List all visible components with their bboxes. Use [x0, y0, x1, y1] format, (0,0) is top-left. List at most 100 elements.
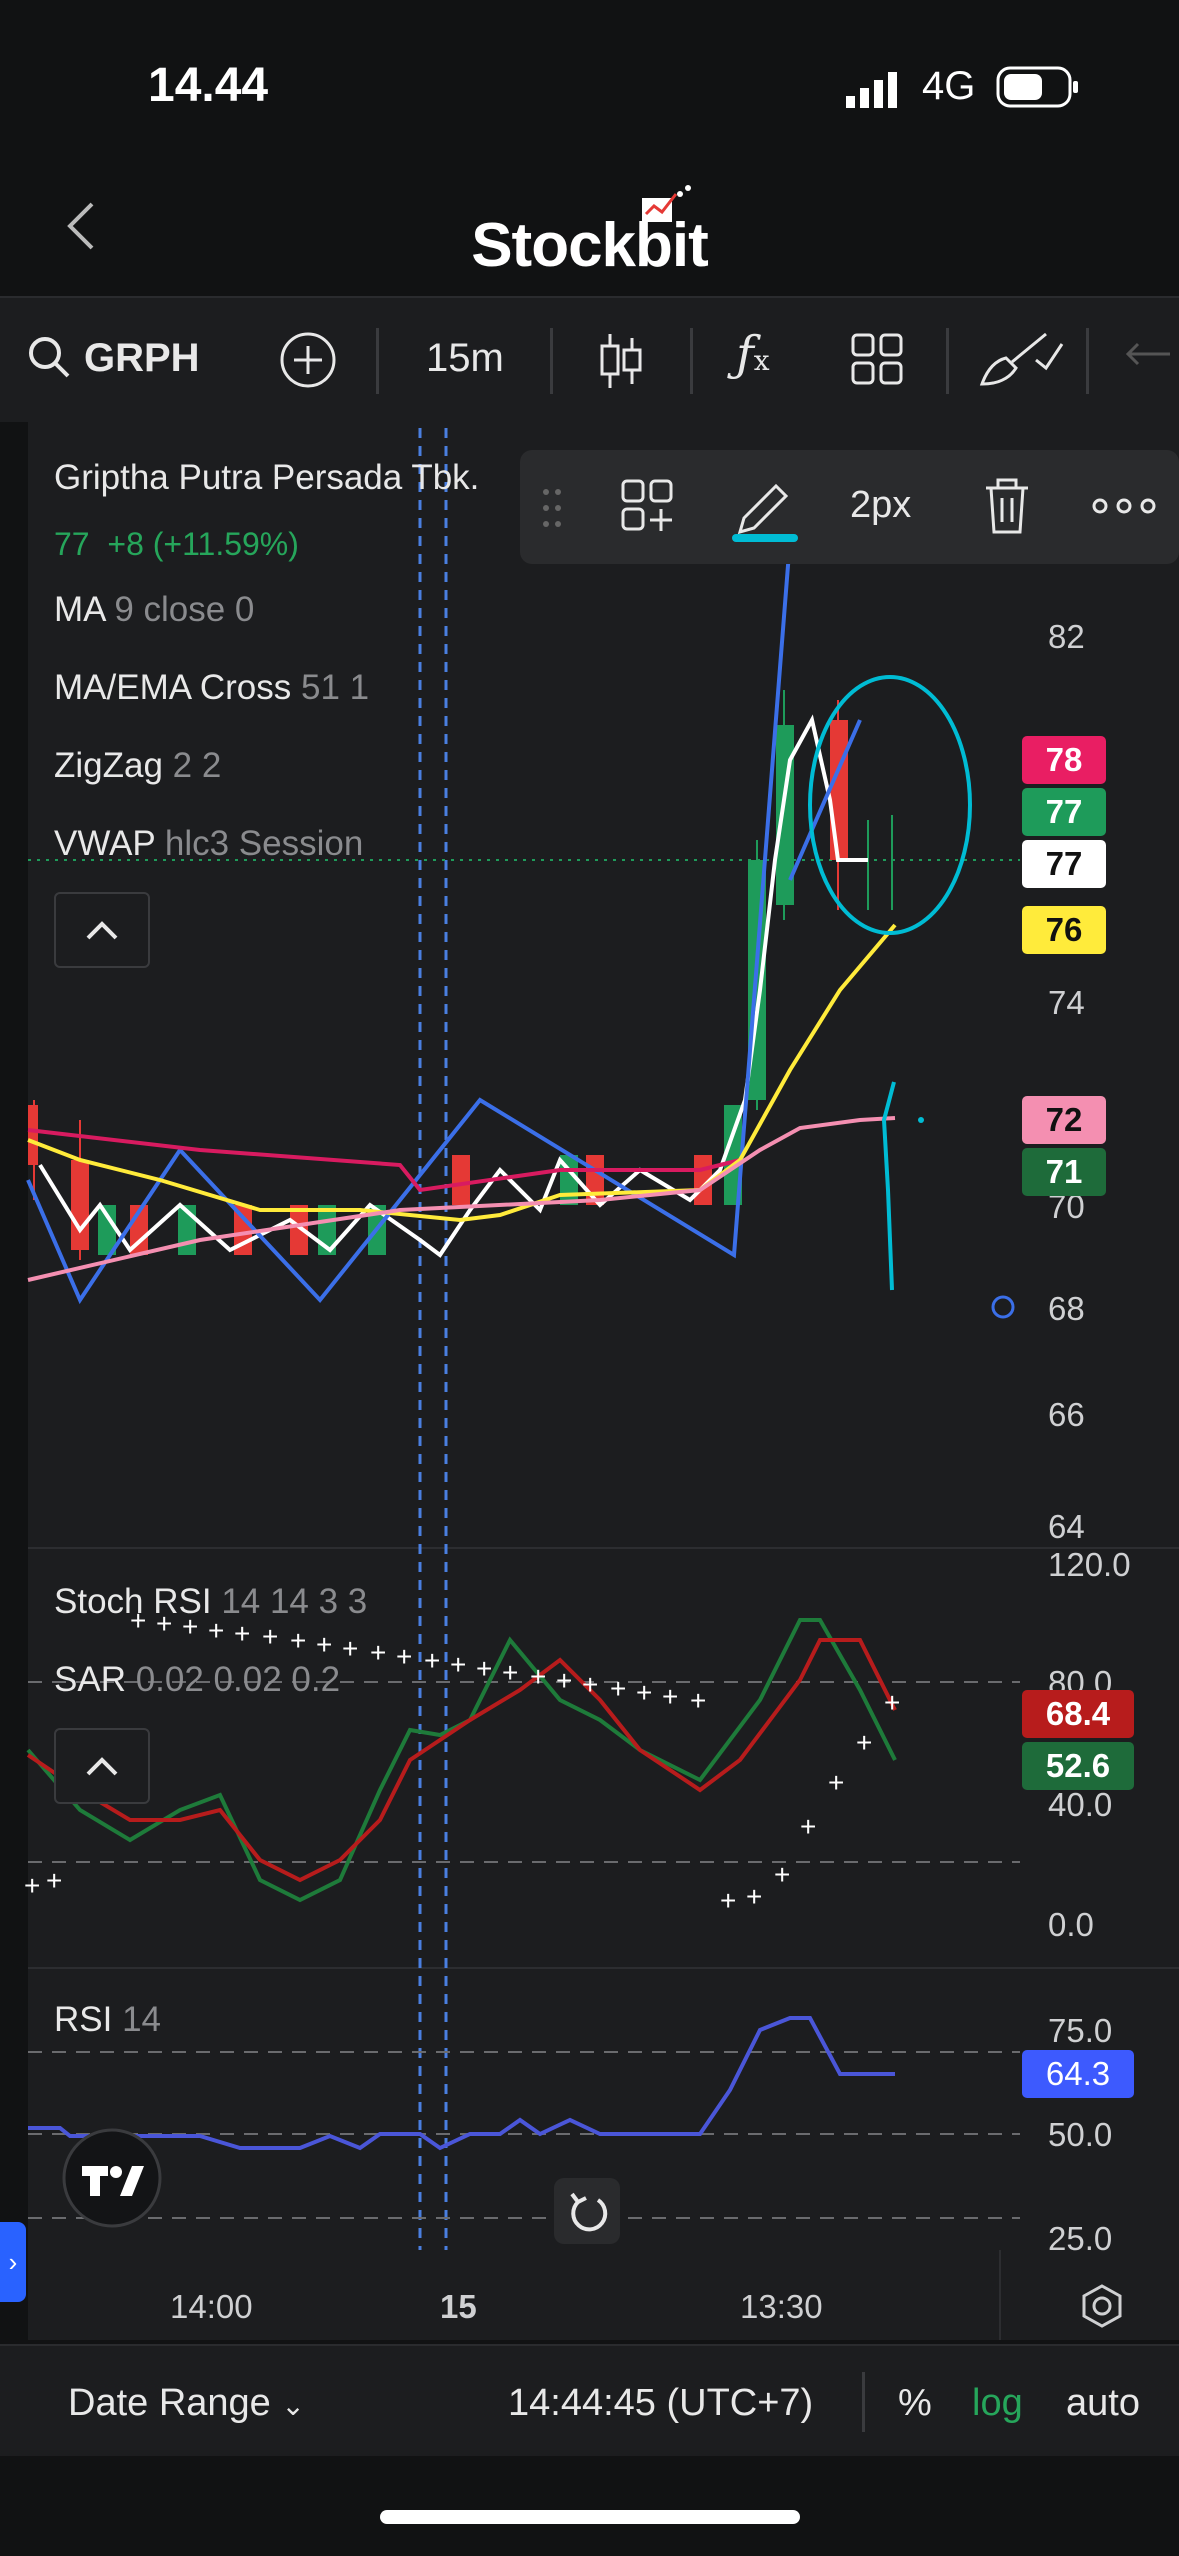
stoch-axis-label: 40.0	[1048, 1786, 1113, 1823]
indicator-sar[interactable]: SAR 0.02 0.02 0.2	[54, 1660, 340, 1700]
svg-text:+: +	[46, 1865, 62, 1896]
auto-toggle[interactable]: auto	[1066, 2382, 1140, 2425]
tradingview-logo-icon[interactable]	[60, 2126, 164, 2235]
svg-text:+: +	[450, 1649, 466, 1680]
svg-text:+: +	[636, 1677, 652, 1708]
chart-settings-icon[interactable]	[1078, 2282, 1126, 2335]
indicator-name: Stoch RSI	[54, 1582, 212, 1621]
home-indicator	[380, 2510, 800, 2524]
side-panel-toggle[interactable]: ›	[0, 2222, 26, 2302]
drawing-toolbar: 2px	[520, 450, 1179, 564]
date-range-button[interactable]: Date Range ⌄	[68, 2382, 305, 2425]
sar-dots: + + + + + + + + + + + + + + + + + + + + + + + + + ++++++	[24, 1605, 900, 1916]
legend-change: +8 (+11.59%)	[107, 526, 299, 562]
indicator-params: 2 2	[172, 746, 222, 785]
price-axis-label: 66	[1048, 1396, 1085, 1433]
svg-text:+: +	[720, 1885, 736, 1916]
svg-text:+: +	[662, 1681, 678, 1712]
indicator-params: 14 14 3 3	[221, 1582, 368, 1621]
price-axis-label: 68	[1048, 1290, 1085, 1327]
svg-text:+: +	[476, 1653, 492, 1684]
refresh-icon	[570, 2192, 608, 2232]
indicator-params: hlc3 Session	[164, 824, 364, 863]
rsi-axis-label: 25.0	[1048, 2220, 1113, 2257]
svg-text:+: +	[396, 1641, 412, 1672]
svg-text:+: +	[690, 1685, 706, 1716]
indicator-params: 51 1	[301, 668, 370, 707]
svg-text:+: +	[342, 1633, 358, 1664]
indicator-name: MA	[54, 590, 105, 629]
log-toggle[interactable]: log	[972, 2382, 1023, 2425]
svg-text:+: +	[262, 1621, 278, 1652]
price-axis-label: 74	[1048, 984, 1085, 1021]
clock-timezone[interactable]: 14:44:45 (UTC+7)	[508, 2382, 813, 2425]
indicator-vwap[interactable]: VWAP hlc3 Session	[54, 824, 363, 864]
svg-text:+: +	[800, 1811, 816, 1842]
chevron-down-icon: ⌄	[281, 2390, 305, 2421]
legend-price-row: 77 +8 (+11.59%)	[54, 526, 299, 563]
collapse-stoch-legend-button[interactable]	[54, 1728, 150, 1804]
indicator-params: 0.02 0.02 0.2	[135, 1660, 341, 1699]
rsi-axis-label: 50.0	[1048, 2116, 1113, 2153]
more-options-icon[interactable]	[1092, 496, 1156, 521]
price-badge: 76	[1022, 906, 1106, 954]
chevron-up-icon	[86, 1757, 118, 1776]
time-axis-label: 14:00	[170, 2288, 253, 2325]
svg-text:+: +	[502, 1657, 518, 1688]
svg-text:+: +	[316, 1629, 332, 1660]
svg-text:+: +	[884, 1687, 900, 1718]
chart-footer: Date Range ⌄ 14:44:45 (UTC+7) % log auto	[0, 2344, 1179, 2456]
stoch-k-badge: 68.4	[1022, 1690, 1134, 1738]
collapse-legend-button[interactable]	[54, 892, 150, 968]
indicator-name: MA/EMA Cross	[54, 668, 292, 707]
rsi-badge: 64.3	[1022, 2050, 1134, 2098]
indicator-ma-ema-cross[interactable]: MA/EMA Cross 51 1	[54, 668, 369, 708]
legend-price: 77	[54, 526, 90, 562]
rsi-axis-label: 75.0	[1048, 2012, 1113, 2049]
price-chart-canvas[interactable]: + + + + + + + + + + + + + + + + + + + + + + + + + ++++++	[0, 0, 1179, 2340]
indicator-params: 14	[122, 2000, 162, 2039]
drag-handle-icon[interactable]	[540, 486, 564, 535]
indicator-name: ZigZag	[54, 746, 163, 785]
time-axis-label: 15	[440, 2288, 477, 2325]
price-badge: 71	[1022, 1148, 1106, 1196]
date-range-label: Date Range	[68, 2382, 271, 2424]
indicator-rsi[interactable]: RSI 14	[54, 2000, 161, 2040]
indicator-zigzag[interactable]: ZigZag 2 2	[54, 746, 221, 786]
price-axis-label: 64	[1048, 1508, 1085, 1545]
indicator-name: RSI	[54, 2000, 113, 2039]
price-badge: 72	[1022, 1096, 1106, 1144]
svg-text:+: +	[370, 1637, 386, 1668]
svg-text:+: +	[582, 1669, 598, 1700]
svg-text:+: +	[424, 1645, 440, 1676]
indicator-params: 9 close 0	[114, 590, 255, 629]
price-badge: 77	[1022, 788, 1106, 836]
price-badge: 78	[1022, 736, 1106, 784]
stoch-axis-label: 0.0	[1048, 1906, 1094, 1943]
trash-icon[interactable]	[982, 478, 1032, 541]
svg-text:+: +	[610, 1673, 626, 1704]
indicator-name: SAR	[54, 1660, 126, 1699]
chevron-up-icon	[86, 921, 118, 940]
stoch-axis-label: 120.0	[1048, 1546, 1131, 1583]
svg-text:+: +	[530, 1661, 546, 1692]
stroke-width-selector[interactable]: 2px	[850, 484, 911, 527]
indicator-stoch-rsi[interactable]: Stoch RSI 14 14 3 3	[54, 1582, 367, 1622]
svg-text:+: +	[24, 1870, 40, 1901]
reset-chart-button[interactable]	[554, 2178, 620, 2244]
pencil-color-icon[interactable]	[730, 472, 800, 549]
svg-text:+: +	[746, 1881, 762, 1912]
add-to-group-icon[interactable]	[620, 478, 674, 539]
svg-text:+: +	[234, 1618, 250, 1649]
indicator-name: VWAP	[54, 824, 156, 863]
svg-text:+: +	[856, 1727, 872, 1758]
legend-company-name: Griptha Putra Persada Tbk.	[54, 458, 480, 497]
price-axis-label: 82	[1048, 618, 1085, 655]
svg-text:+: +	[774, 1859, 790, 1890]
stoch-d-badge: 52.6	[1022, 1742, 1134, 1790]
svg-text:+: +	[290, 1625, 306, 1656]
svg-text:+: +	[556, 1665, 572, 1696]
svg-text:+: +	[828, 1767, 844, 1798]
indicator-ma[interactable]: MA 9 close 0	[54, 590, 254, 630]
percent-toggle[interactable]: %	[898, 2382, 932, 2425]
